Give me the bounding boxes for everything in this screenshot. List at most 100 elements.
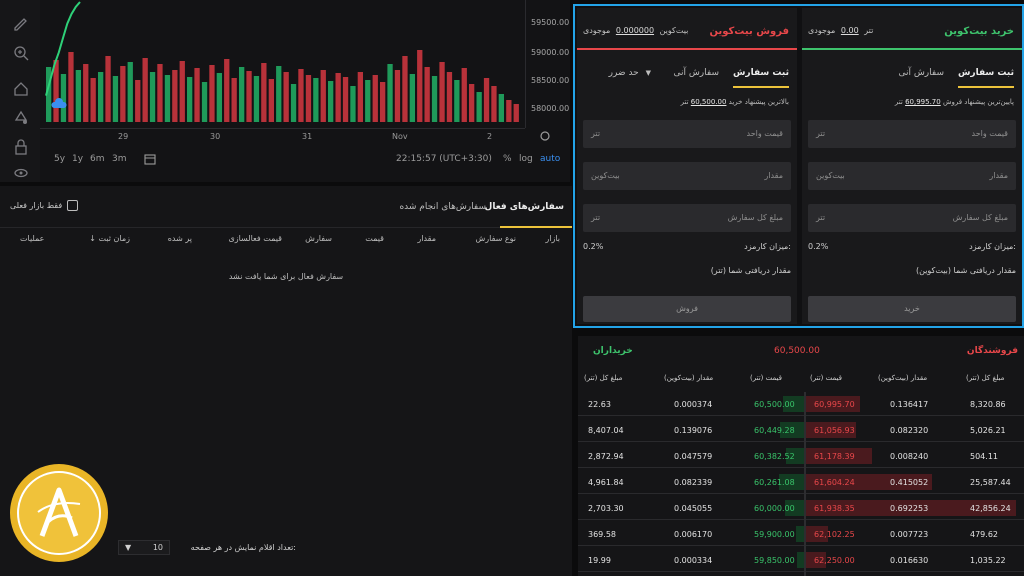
range-5y-button[interactable]: 5y (54, 154, 65, 164)
order-book-row[interactable]: 22.63 0.000374 60,500.00 60,995.70 0.136417 8… (578, 392, 1024, 416)
buy-price-placeholder: قیمت واحد (971, 129, 1009, 138)
buy-accent-line (802, 48, 1022, 50)
bid-price: 60,449.28 (754, 426, 795, 435)
current-market-checkbox[interactable] (67, 200, 79, 211)
sell-tab-underline (733, 86, 789, 88)
tab-active-orders[interactable]: سفارش‌های فعال (485, 202, 564, 212)
orders-tabs: سفارش‌های فعال سفارش‌های انجام شده فقط ب… (0, 186, 572, 228)
volume-bar (305, 75, 312, 122)
volume-bar (216, 73, 222, 122)
price-tick: 58000.00 (531, 104, 570, 113)
ask-total: 1,035.22 (970, 556, 1006, 565)
log-toggle[interactable]: log (519, 154, 533, 164)
sell-header: فروش بیت‌کوین بیت‌کوین 0.000000 موجودی (577, 8, 797, 48)
sell-tab-stop-loss[interactable]: حد ضرر ▼ (609, 68, 651, 78)
bid-total: 369.58 (588, 530, 616, 539)
price-tick: 59500.00 (531, 18, 570, 27)
time-tick: Nov (392, 132, 408, 141)
volume-bar (454, 80, 460, 122)
ask-amount: 0.136417 (890, 400, 929, 409)
buy-total-field[interactable]: مبلغ کل سفارش تتر (808, 204, 1016, 232)
ask-amount: 0.016630 (890, 556, 929, 565)
volume-bar (105, 56, 111, 122)
sell-balance: بیت‌کوین 0.000000 موجودی (583, 26, 688, 35)
col-time[interactable]: ↓ زمان ثبت (89, 234, 130, 243)
percent-toggle[interactable]: % (503, 154, 512, 164)
sell-price-field[interactable]: قیمت واحد تتر (583, 120, 791, 148)
page-size-value: 10 (152, 543, 163, 552)
sell-total-field[interactable]: مبلغ کل سفارش تتر (583, 204, 791, 232)
buy-tab-limit[interactable]: ثبت سفارش (958, 68, 1014, 78)
cloud-icon[interactable] (50, 96, 68, 112)
sell-fee-value: 0.2% (583, 242, 604, 251)
volume-bar (83, 64, 89, 122)
paint-icon[interactable] (12, 108, 30, 126)
sell-tab-instant[interactable]: سفارش آنی (673, 68, 719, 78)
order-book-row[interactable]: 369.58 0.006170 59,900.00 62,102.25 0.007723… (578, 522, 1024, 546)
settings-icon[interactable] (539, 130, 551, 142)
bid-total: 8,407.04 (588, 426, 624, 435)
price-chart-panel: 59500.00 59000.00 58500.00 58000.00 29 3… (0, 0, 570, 182)
last-price: 60,500.00 (774, 346, 820, 356)
order-book-row[interactable]: 19.99 0.000334 59,850.00 62,250.00 0.016630 1… (578, 548, 1024, 572)
tab-done-orders[interactable]: سفارش‌های انجام شده (399, 202, 486, 212)
bid-price: 60,382.52 (754, 452, 795, 461)
col-ask-total: مبلغ کل (تتر) (966, 374, 1005, 382)
pencil-icon[interactable] (12, 14, 30, 32)
volume-bar (135, 80, 141, 122)
current-market-filter[interactable]: فقط بازار فعلی (10, 200, 79, 211)
volume-bar (149, 72, 156, 122)
buy-submit-button[interactable]: خرید (808, 296, 1016, 322)
chart-canvas[interactable] (40, 0, 525, 128)
bid-amount: 0.045055 (674, 504, 713, 513)
bid-price: 59,900.00 (754, 530, 795, 539)
order-book-row[interactable]: 8,407.04 0.139076 60,449.28 61,056.93 0.0823… (578, 418, 1024, 442)
sell-amount-field[interactable]: مقدار بیت‌کوین (583, 162, 791, 190)
buy-tabs: ثبت سفارش سفارش آنی (802, 64, 1022, 90)
order-book-row[interactable]: 2,703.30 0.045055 60,000.00 61,938.35 0.6922… (578, 496, 1024, 520)
sellers-label: فروشندگان (966, 346, 1018, 356)
range-6m-button[interactable]: 6m (90, 154, 105, 164)
volume-bar (142, 58, 148, 122)
zoom-icon[interactable] (12, 44, 30, 62)
volume-bar (320, 70, 326, 122)
ask-price: 61,604.24 (814, 478, 855, 487)
sell-balance-value[interactable]: 0.000000 (616, 26, 654, 35)
sell-tab-stop-label: حد ضرر (608, 68, 639, 78)
eye-icon[interactable] (12, 164, 30, 182)
sell-balance-unit: بیت‌کوین (659, 26, 689, 35)
col-amount: مقدار (417, 234, 436, 243)
home-icon[interactable] (12, 80, 30, 98)
buy-price-field[interactable]: قیمت واحد تتر (808, 120, 1016, 148)
order-book-row[interactable]: 2,872.94 0.047579 60,382.52 61,178.39 0.0082… (578, 444, 1024, 468)
chevron-down-icon: ▼ (125, 543, 132, 552)
volume-bar (261, 63, 267, 122)
order-book-row[interactable]: 4,961.84 0.082339 60,261.08 61,604.24 0.4150… (578, 470, 1024, 494)
volume-bar (253, 76, 260, 122)
buy-best-price[interactable]: پایین‌ترین پیشنهاد فروش 60,995.70 تتر (895, 98, 1014, 106)
col-actions: عملیات (20, 234, 45, 243)
range-1y-button[interactable]: 1y (72, 154, 83, 164)
auto-toggle[interactable]: auto (540, 154, 560, 164)
brand-logo (10, 464, 108, 562)
calendar-icon[interactable] (144, 153, 156, 165)
time-tick: 30 (210, 132, 221, 141)
col-bid-total: مبلغ کل (تتر) (584, 374, 623, 382)
bid-total: 4,961.84 (588, 478, 624, 487)
volume-bar (372, 75, 378, 122)
page-size-select[interactable]: ▼ 10 (118, 540, 170, 555)
lock-icon[interactable] (12, 138, 30, 156)
sell-best-price[interactable]: بالاترین پیشنهاد خرید 60,500.00 تتر (681, 98, 789, 106)
range-3m-button[interactable]: 3m (112, 154, 127, 164)
volume-bar (239, 67, 245, 122)
buy-tab-instant[interactable]: سفارش آنی (898, 68, 944, 78)
col-activation-price: قیمت فعالسازی (228, 234, 282, 243)
buy-balance-value[interactable]: 0.00 (841, 26, 859, 35)
volume-bar (172, 70, 178, 122)
buy-amount-field[interactable]: مقدار بیت‌کوین (808, 162, 1016, 190)
chart-clock: 22:15:57 (UTC+3:30) (396, 154, 492, 164)
sell-submit-button[interactable]: فروش (583, 296, 791, 322)
sell-tab-limit[interactable]: ثبت سفارش (733, 68, 789, 78)
volume-bar (439, 62, 445, 122)
candlestick-chart[interactable] (40, 0, 525, 128)
